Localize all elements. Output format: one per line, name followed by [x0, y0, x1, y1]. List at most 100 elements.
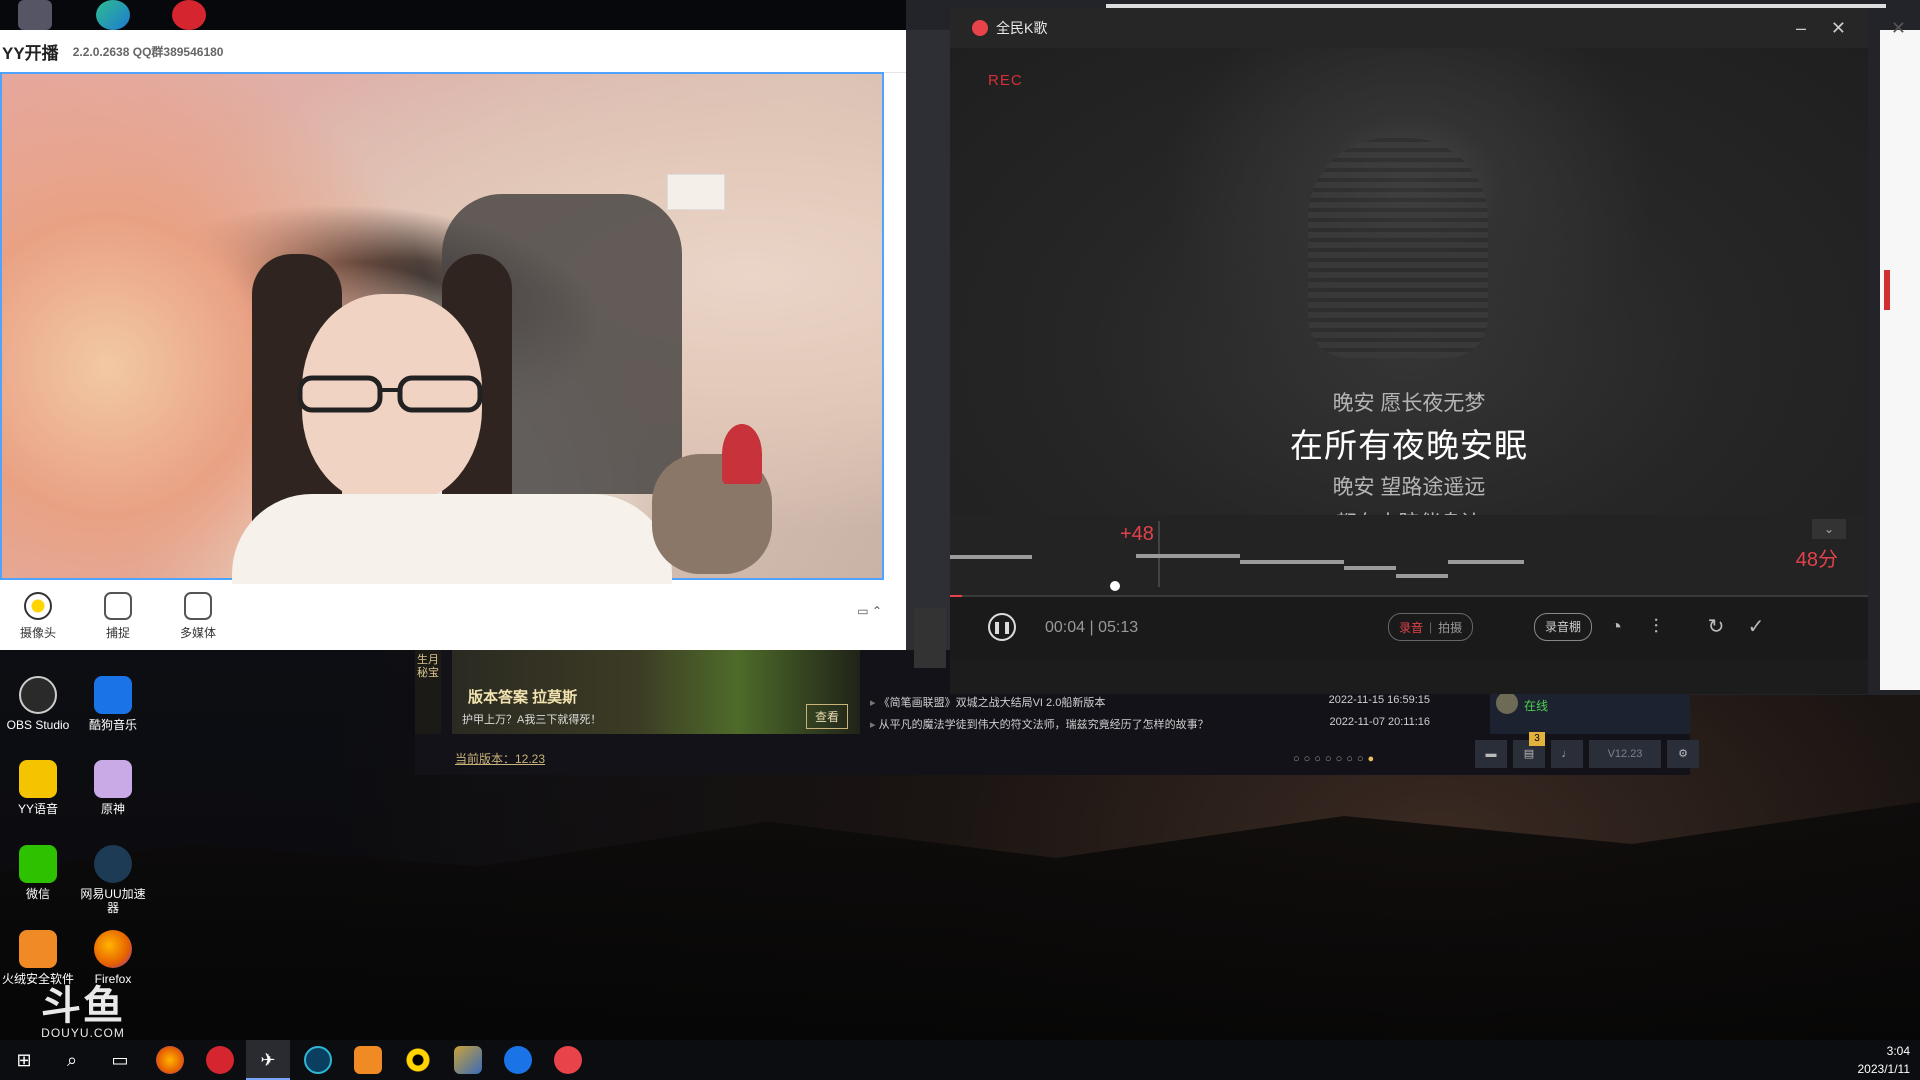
studio-button[interactable]: 录音棚	[1534, 613, 1593, 641]
chat-icon[interactable]: ▬	[1475, 740, 1507, 768]
microphone-backdrop	[1308, 138, 1488, 358]
background-thumbnail	[914, 608, 946, 668]
messages-icon[interactable]: ▤ 3	[1513, 732, 1545, 768]
firefox-icon	[94, 930, 132, 968]
launcher-current-version[interactable]: 当前版本：12.23	[455, 750, 545, 767]
yy-app-title: YY开播	[2, 43, 59, 63]
edge-icon[interactable]	[96, 0, 130, 30]
pitch-note	[1240, 560, 1344, 564]
camera-icon	[24, 592, 52, 620]
pitch-note	[1396, 574, 1448, 578]
karaoke-taskbar-icon[interactable]	[554, 1046, 582, 1074]
desktop-icon-wechat[interactable]: 微信	[0, 845, 76, 901]
restart-icon[interactable]: ↻	[1702, 613, 1730, 641]
wechat-icon	[19, 845, 57, 883]
camera-preview[interactable]	[0, 72, 884, 584]
douyu-domain: DOUYU.COM	[41, 1026, 125, 1040]
video-camera-toggle-icon[interactable]: ▭ ⌃	[857, 604, 882, 618]
time-current: 00:04	[1045, 619, 1086, 636]
friend-avatar	[1496, 692, 1518, 714]
capture-tool-button[interactable]: 捕捉	[88, 592, 148, 641]
microphone-icon[interactable]: ♩	[1551, 740, 1583, 768]
play-media-icon	[184, 592, 212, 620]
banner-subtitle: 护甲上万？A我三下就得死！	[462, 714, 602, 726]
desktop-icon-label: OBS Studio	[6, 718, 70, 732]
uu-icon	[94, 845, 132, 883]
pitch-dot	[1110, 581, 1120, 591]
desktop-icon-firefox[interactable]: Firefox	[75, 930, 151, 986]
desktop-icon-kugou[interactable]: 酷狗音乐	[75, 676, 151, 732]
netease-music-icon[interactable]	[172, 0, 206, 30]
banner-title: 版本答案 拉莫斯	[468, 689, 578, 706]
record-audio-option[interactable]: 录音	[1399, 619, 1423, 636]
banner-view-button[interactable]: 查看	[805, 704, 848, 729]
launcher-bottom-buttons: ▬ ▤ 3 ♩ V12.23 ⚙	[1475, 732, 1699, 768]
desktop-icon-uu[interactable]: 网易UU加速器	[75, 845, 151, 915]
kugou-taskbar-icon[interactable]	[504, 1046, 532, 1074]
bonus-score: +48	[1120, 523, 1154, 545]
karaoke-titlebar: 全民K歌 – ✕	[950, 8, 1868, 48]
task-view-icon[interactable]: ▭	[106, 1046, 134, 1074]
white-sweater	[232, 494, 672, 584]
lyric-current: 在所有夜晚安眠	[1290, 427, 1528, 464]
tuning-icon[interactable]: ◔	[1602, 613, 1630, 641]
equalizer-icon[interactable]: ⫶	[1642, 613, 1670, 641]
huorong-taskbar-icon[interactable]	[354, 1046, 382, 1074]
douyu-logo: 斗鱼	[41, 984, 125, 1028]
netease-music-taskbar-icon[interactable]	[206, 1046, 234, 1074]
finish-check-icon[interactable]: ✓	[1742, 613, 1770, 641]
desktop-icon-obs[interactable]: OBS Studio	[0, 676, 76, 732]
collapse-chevron-icon[interactable]: ⌄	[1812, 519, 1846, 539]
pitch-note	[950, 555, 1032, 559]
news-title: 从平凡的魔法学徒到伟大的符文法师，瑞兹究竟经历了怎样的故事？	[870, 716, 1209, 738]
background-app-sidebar	[906, 30, 950, 690]
yy-live-window: YY开播 2.2.0.2638 QQ群389546180 摄像头 捕捉 多媒体	[0, 30, 906, 650]
taskbar-peek-icon[interactable]	[18, 0, 52, 30]
friend-status: 在线	[1524, 699, 1549, 713]
karaoke-window: 全民K歌 – ✕ REC 晚安 愿长夜无梦 在所有夜晚安眠 晚安 望路途遥远 都…	[914, 8, 1868, 694]
client-version: V12.23	[1589, 740, 1661, 768]
desktop-icon-label: 酷狗音乐	[88, 718, 137, 732]
capture-icon	[104, 592, 132, 620]
karaoke-logo-icon	[972, 20, 988, 36]
pause-button[interactable]: ❚❚	[988, 613, 1016, 641]
close-icon[interactable]: ✕	[1831, 18, 1846, 39]
record-mode-toggle[interactable]: 录音 | 拍摄	[1388, 613, 1474, 641]
desktop-icon-genshin[interactable]: 原神	[75, 760, 151, 816]
genshin-icon	[94, 760, 132, 798]
news-item[interactable]: 从平凡的魔法学徒到伟大的符文法师，瑞兹究竟经历了怎样的故事？ 2022-11-0…	[870, 716, 1430, 738]
taskbar: ⊞ ⌕ ▭ ✈ 3:04 2023/1/11	[0, 1040, 1920, 1080]
yy-titlebar: YY开播 2.2.0.2638 QQ群389546180	[0, 30, 906, 73]
plane-app-taskbar-icon[interactable]: ✈	[254, 1046, 282, 1074]
launcher-banner[interactable]: 版本答案 拉莫斯 护甲上万？A我三下就得死！ 查看	[452, 650, 860, 734]
pitch-note	[1136, 554, 1240, 558]
lyric-previous: 晚安 愿长夜无梦	[1332, 392, 1486, 415]
time-separator: |	[1089, 619, 1099, 636]
edge-taskbar-icon[interactable]	[304, 1046, 332, 1074]
camera-tool-button[interactable]: 摄像头	[8, 592, 68, 641]
record-mode-divider: |	[1429, 620, 1433, 634]
yy-version: 2.2.0.2638 QQ群389546180	[72, 44, 224, 59]
news-item[interactable]: 《简笔画联盟》双城之战大结局VI 2.0船新版本 2022-11-15 16:5…	[870, 694, 1430, 716]
pitch-note	[1448, 560, 1524, 564]
minimize-icon[interactable]: –	[1796, 18, 1806, 39]
desktop-icon-huorong[interactable]: 火绒安全软件	[0, 930, 76, 986]
friend-list-entry[interactable]: 在线	[1490, 688, 1690, 734]
system-clock[interactable]: 3:04 2023/1/11	[1858, 1042, 1911, 1078]
league-taskbar-icon[interactable]	[454, 1046, 482, 1074]
windows-start-icon[interactable]: ⊞	[10, 1046, 38, 1074]
yy-taskbar-icon[interactable]	[404, 1046, 432, 1074]
time-total: 05:13	[1098, 619, 1139, 636]
media-tool-button[interactable]: 多媒体	[168, 592, 228, 641]
time-display: 00:04 | 05:13	[1045, 619, 1138, 637]
background-app-close-icon[interactable]: ✕	[1891, 18, 1906, 39]
settings-gear-icon[interactable]: ⚙	[1667, 740, 1699, 768]
search-icon[interactable]: ⌕	[58, 1046, 86, 1074]
record-video-option[interactable]: 拍摄	[1438, 619, 1462, 636]
desktop-icon-label: 网易UU加速器	[80, 887, 146, 915]
carousel-dot-active[interactable]: ●	[1368, 753, 1379, 765]
desktop-icon-yy[interactable]: YY语音	[0, 760, 76, 816]
firefox-taskbar-icon[interactable]	[156, 1046, 184, 1074]
carousel-dots[interactable]: ○○○○○○○●	[1293, 753, 1378, 765]
launcher-side-tab[interactable]: 生月秘宝	[415, 650, 441, 734]
